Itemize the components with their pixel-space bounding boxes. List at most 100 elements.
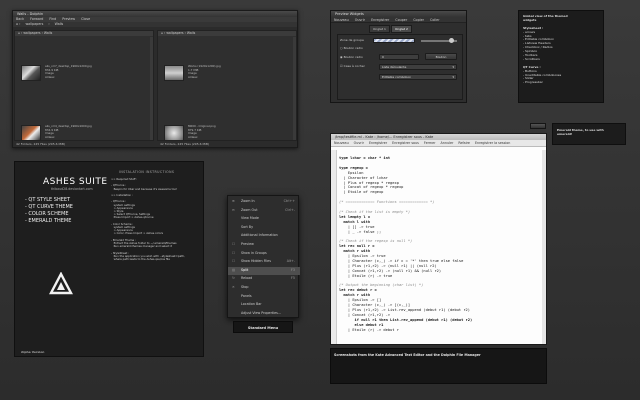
menu-item-preview[interactable]: ☐ Preview (228, 241, 300, 249)
preview-button[interactable]: Preview (62, 17, 75, 21)
menu-item-reload[interactable]: ↻ Reload F5 (228, 275, 300, 283)
menu-item-panels[interactable]: Panels (228, 293, 300, 301)
menu-item-icon: ☐ (232, 242, 235, 246)
kate-toolbar-button[interactable]: Enregistrer la session (475, 141, 510, 145)
find-button[interactable]: Find (49, 17, 56, 21)
kate-scrollbar[interactable] (542, 150, 546, 344)
kate-toolbar-button[interactable]: Nouveau (334, 141, 349, 145)
close-button[interactable]: Close (81, 17, 90, 21)
menu-item-additional-information[interactable]: Additional Information (228, 232, 300, 240)
instructions-text: >> Required Stuff :- QTCurve : Bespin fo… (111, 177, 201, 261)
menu-item-adjust-view-properties[interactable]: Adjust View Properties... (228, 310, 300, 318)
menu-item-show-hidden-files[interactable]: ☐ Show Hidden Files Alt+. (228, 258, 300, 266)
instructions-title: INSTALATION INSTRUCTIONS (119, 170, 175, 174)
menu-item-zoom-out[interactable]: ⊖ Zoom Out Ctrl+- (228, 207, 300, 215)
back-button[interactable]: Back (16, 17, 24, 21)
editable-combo-box[interactable]: Editable combobox ▾ (379, 74, 457, 80)
kate-toolbar-button[interactable]: Refaire (458, 141, 470, 145)
radio-button-2[interactable]: ◉ Bouton radio (340, 55, 363, 59)
menu-item-label: Panels (241, 293, 252, 298)
breadcrumb-wallpapers[interactable]: wallpapers (25, 22, 43, 26)
right-pane-scrollbar[interactable] (293, 37, 296, 140)
new-button[interactable]: Nouveau (334, 18, 349, 22)
emerald-note: Emerald theme, to use with emerald! (552, 123, 626, 145)
slider-handle[interactable] (449, 38, 454, 43)
open-button[interactable]: Ouvrir (355, 18, 365, 22)
widgets-window: Preview Widgets Nouveau Ouvrir Enregistr… (330, 10, 467, 103)
file-thumbnail (164, 125, 184, 141)
ashes-logo-icon (49, 271, 73, 296)
menu-item-label: Adjust View Properties... (241, 310, 282, 315)
menu-item-location-bar[interactable]: Location Bar (228, 301, 300, 309)
menu-item-zoom-in[interactable]: ⊕ Zoom In Ctrl++ (228, 198, 300, 206)
tab-onglet-2[interactable]: Onglet 2 (391, 25, 412, 33)
menu-item-icon: ⊖ (232, 207, 235, 212)
emerald-note-line: emerald! (557, 132, 573, 136)
instruction-line: where path leads to the Ashes.qss/css fi… (111, 256, 170, 261)
ashes-feature: - EMERALD THEME (25, 218, 72, 224)
menu-item-label: Stop (241, 285, 249, 289)
menu-item-label: Show Hidden Files (241, 259, 271, 264)
menu-item-view-mode[interactable]: View Mode (228, 215, 300, 223)
right-pane-breadcrumb[interactable]: ⌂ › wallpapers › Walls (158, 31, 296, 36)
file-item[interactable]: alis_ccl7_desktop_1960x1200.jpg 834.9 Ki… (21, 63, 92, 85)
menu-item-split[interactable]: ▥ Split F3 (228, 266, 300, 275)
file-owner: Aldeax (45, 74, 55, 79)
group-box-label: Zone de groupe (340, 38, 364, 42)
radio-label: Bouton radio (343, 55, 363, 59)
dolphin-window: Walls - Dolphin Back Forward Find Previe… (12, 10, 298, 148)
menu-item-icon: ↻ (232, 276, 235, 281)
menu-item-sort-by[interactable]: Sort By (228, 224, 300, 232)
left-pane-breadcrumb[interactable]: ⌂ › wallpapers › Walls (15, 31, 153, 36)
standard-menu-caption: Standard Menu (233, 321, 293, 333)
checkbox[interactable]: ☑ Case à cocher (340, 64, 365, 68)
save-button[interactable]: Enregistrer (371, 18, 389, 22)
menu-item-label: Preview (241, 242, 254, 246)
paste-button[interactable]: Coller (430, 18, 440, 22)
file-thumbnail (21, 65, 41, 81)
file-owner: Aldeax (188, 74, 198, 79)
menu-item-label: View Mode (241, 216, 259, 221)
file-owner: Aldeax (188, 134, 198, 139)
breadcrumb-walls[interactable]: Walls (55, 22, 64, 26)
ashes-feature: - COLOR SCHEME (25, 211, 69, 217)
widget-note-line: - Progressbar (523, 80, 543, 85)
menu-item-label: Show in Groups (241, 250, 267, 255)
file-owner: Aldeax (45, 134, 55, 139)
emerald-titlebar-preview (530, 123, 546, 129)
kate-toolbar-button[interactable]: Enregistrer sous (392, 141, 419, 145)
kate-toolbar-button[interactable]: Ouvrir (354, 141, 364, 145)
file-item[interactable]: Works (1920x1200).jpg 1.7 MiB Image Alde… (164, 63, 228, 85)
menu-item-show-in-groups[interactable]: ☐ Show in Groups (228, 250, 300, 258)
file-thumbnail (164, 65, 184, 81)
left-pane[interactable]: ⌂ › wallpapers › Walls alis_ccl7_desktop… (14, 30, 154, 141)
cut-button[interactable]: Couper (395, 18, 407, 22)
push-button[interactable]: Bouton (425, 53, 457, 60)
left-pane-scrollbar[interactable] (150, 37, 153, 140)
copy-button[interactable]: Copier (413, 18, 424, 22)
kate-editor[interactable]: type lchar = char * int type regexp = Eps… (339, 156, 540, 340)
menu-item-icon: ✕ (232, 285, 235, 289)
menu-item-icon: ▥ (232, 267, 236, 272)
ashes-feature: - QT CURVE THEME (25, 204, 73, 210)
forward-button[interactable]: Forward (30, 17, 43, 21)
kate-toolbar-button[interactable]: Fermer (424, 141, 436, 145)
ashes-feature: - QT STYLE SHEET (25, 197, 71, 203)
menu-item-label: Reload (241, 276, 253, 281)
home-icon[interactable]: ⌂ › (16, 22, 20, 26)
ashes-subtitle: thibaud28.deviantart.com (51, 187, 93, 191)
menu-item-label: Additional Information (241, 233, 278, 238)
radio-button-1[interactable]: ○ Bouton radio (340, 46, 363, 50)
code-line: | Etoile (r) -> debut r (339, 327, 399, 332)
file-info: alis_ccl4_desktop_1960x1600.jpg 834.9 Ki… (45, 124, 92, 139)
radio-label: Bouton radio (343, 46, 363, 50)
menu-item-stop[interactable]: ✕ Stop (228, 284, 300, 292)
spin-box[interactable]: 0 (379, 54, 419, 60)
right-pane[interactable]: ⌂ › wallpapers › Walls Works (1920x1200)… (157, 30, 297, 141)
kate-toolbar-button[interactable]: Annuler (441, 141, 454, 145)
tab-onglet-1[interactable]: Onglet 1 (369, 25, 390, 33)
menu-item-shortcut: F5 (291, 276, 295, 281)
widgets-toolbar: Nouveau Ouvrir Enregistrer Couper Copier… (331, 17, 466, 23)
kate-toolbar-button[interactable]: Enregistrer (369, 141, 387, 145)
combo-box[interactable]: Liste déroulante ▾ (379, 64, 457, 70)
